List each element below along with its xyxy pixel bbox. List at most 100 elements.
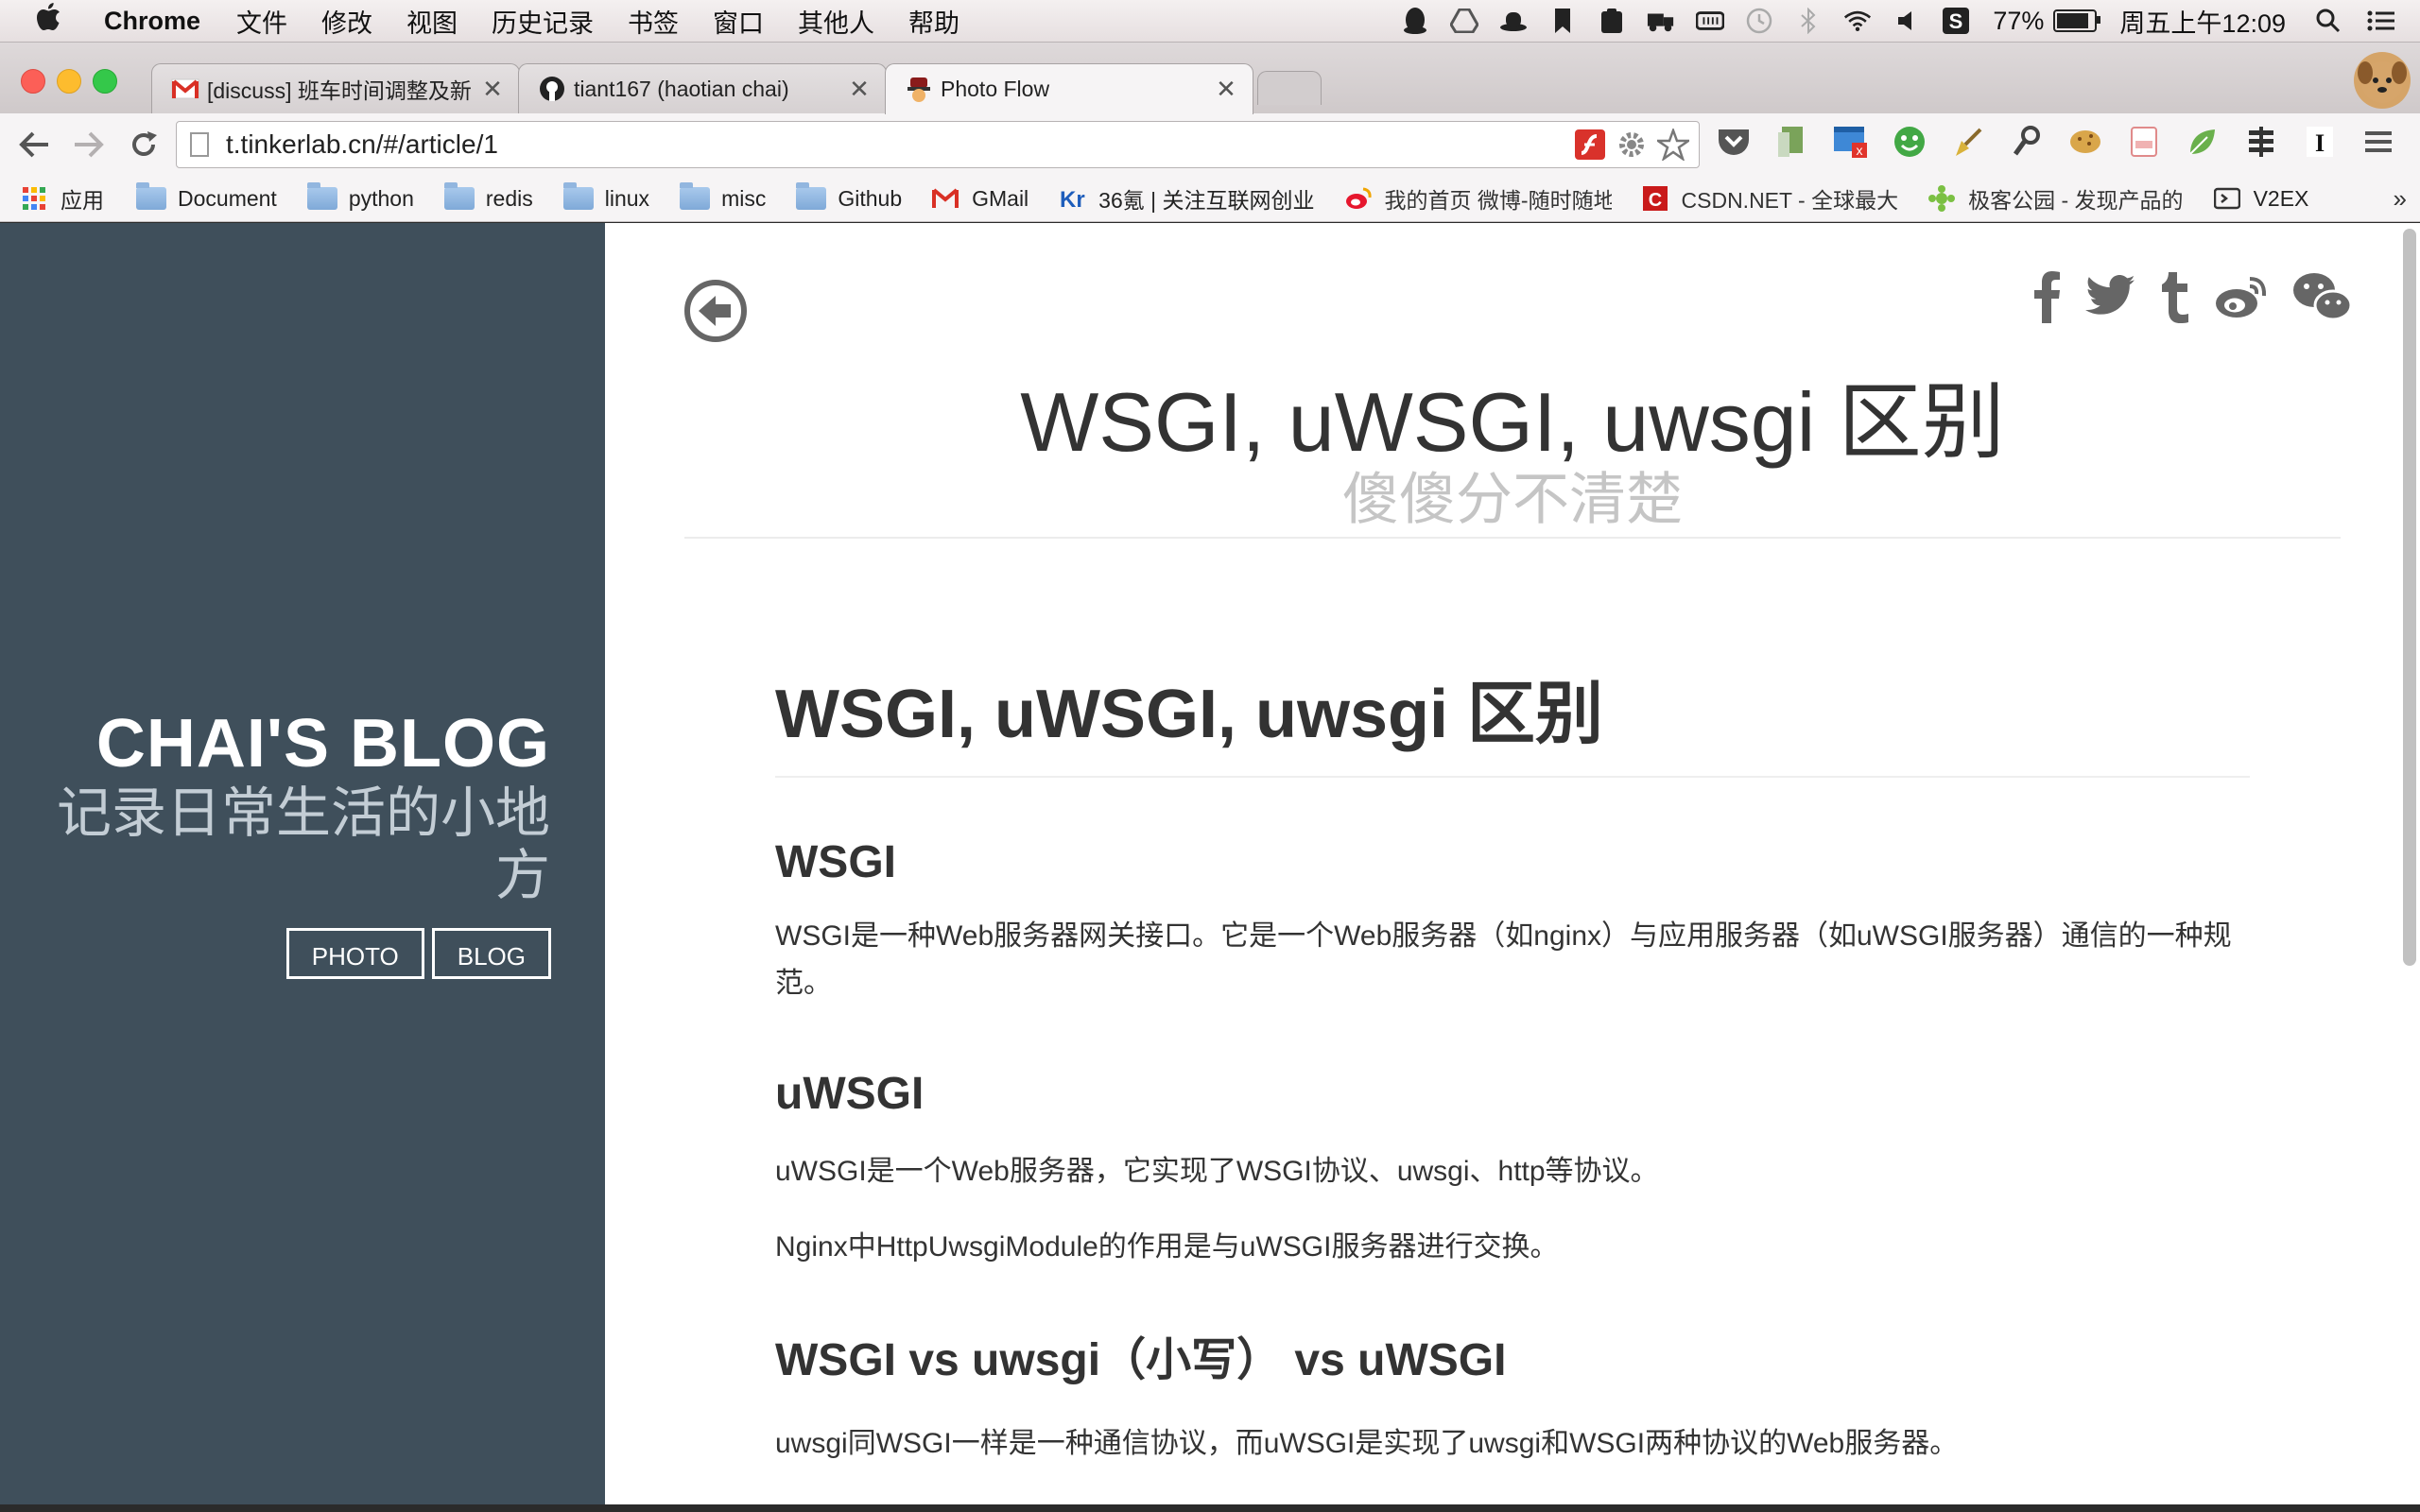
tab-close-icon[interactable]: ✕ <box>481 75 504 104</box>
app-menu-chrome[interactable]: Chrome <box>104 7 200 36</box>
facebook-icon[interactable] <box>2032 270 2061 334</box>
window-resizer-icon[interactable]: x <box>1832 123 1870 161</box>
paragraph: WSGI是一种Web服务器网关接口。它是一个Web服务器（如nginx）与应用服… <box>775 920 2232 999</box>
bookmark-v2ex[interactable]: V2EX <box>2212 186 2308 212</box>
forward-button[interactable] <box>68 124 110 165</box>
evernote-web-clipper-icon[interactable] <box>1773 123 1811 161</box>
blog-subtitle: 记录日常生活的小地方 <box>56 782 550 906</box>
battery-level <box>2057 13 2088 28</box>
chrome-menu-icon[interactable] <box>2360 123 2397 161</box>
sogou-input-icon[interactable]: S <box>1942 7 1970 35</box>
apple-menu-icon[interactable] <box>36 3 70 39</box>
bookmark-folder-linux[interactable]: linux <box>562 182 650 212</box>
bookmarks-bar: 应用 Document python redis linux misc Gith… <box>0 176 2420 222</box>
url-text[interactable]: t.tinkerlab.cn/#/article/1 <box>226 129 1574 160</box>
new-tab-button[interactable] <box>1257 71 1322 105</box>
profile-avatar[interactable] <box>2354 52 2411 109</box>
instapaper-icon[interactable]: I <box>2301 123 2339 161</box>
csdn-icon: C <box>1640 186 1670 211</box>
traffic-icon[interactable] <box>2242 123 2280 161</box>
reload-button[interactable] <box>123 124 164 165</box>
time-machine-icon[interactable] <box>1745 7 1773 35</box>
menubar-clock[interactable]: 周五上午12:09 <box>2119 3 2286 40</box>
blog-button[interactable]: BLOG <box>431 928 551 979</box>
svg-text:I: I <box>2315 129 2325 157</box>
menu-bookmarks[interactable]: 书签 <box>628 3 679 40</box>
bookmark-folder-python[interactable]: python <box>306 182 414 212</box>
leaf-icon[interactable] <box>2184 123 2221 161</box>
bluetooth-icon[interactable] <box>1794 7 1823 35</box>
bookmark-weibo[interactable]: 我的首页 微博-随时随地 <box>1343 182 1612 215</box>
back-button[interactable] <box>13 124 55 165</box>
folder-icon <box>680 182 711 210</box>
tab-gmail-discuss[interactable]: [discuss] 班车时间调整及新 ✕ <box>151 63 520 113</box>
bookmark-label: linux <box>604 185 650 211</box>
menu-view[interactable]: 视图 <box>406 3 458 40</box>
bookmark-folder-github[interactable]: Github <box>796 182 902 212</box>
menu-people[interactable]: 其他人 <box>798 3 874 40</box>
qq-icon[interactable] <box>1401 7 1429 35</box>
tab-close-icon[interactable]: ✕ <box>1215 75 1237 104</box>
tab-github-profile[interactable]: tiant167 (haotian chai) ✕ <box>518 63 887 113</box>
clipboard-icon[interactable] <box>1598 7 1626 35</box>
truck-icon[interactable] <box>1647 7 1675 35</box>
window-zoom-button[interactable] <box>93 69 117 94</box>
memory-icon[interactable] <box>1696 7 1725 35</box>
menu-file[interactable]: 文件 <box>236 3 287 40</box>
bookmark-folder-redis[interactable]: redis <box>443 182 533 212</box>
bookmarks-overflow-chevron-icon[interactable]: » <box>2394 184 2407 214</box>
wifi-icon[interactable] <box>1843 7 1872 35</box>
section-heading-comparison: WSGI vs uwsgi（小写） vs uWSGI <box>775 1335 1507 1385</box>
cookie-icon[interactable] <box>2066 123 2104 161</box>
bookmark-geekpark[interactable]: 极客公园 - 发现产品的 <box>1927 182 2184 215</box>
window-minimize-button[interactable] <box>57 69 81 94</box>
bookmark-folder-misc[interactable]: misc <box>680 182 766 212</box>
bookmark-csdn[interactable]: C CSDN.NET - 全球最大 <box>1640 182 1898 215</box>
json-viewer-icon[interactable] <box>2125 123 2163 161</box>
bookmark-star-icon[interactable] <box>1657 129 1689 161</box>
twitter-icon[interactable] <box>2083 274 2136 331</box>
bookmark-36kr[interactable]: Kr 36氪 | 关注互联网创业 <box>1057 182 1314 215</box>
blog-title[interactable]: CHAI'S BLOG <box>21 705 550 782</box>
gmail-icon <box>930 187 960 210</box>
wrench-icon[interactable] <box>2008 123 2046 161</box>
tab-strip: [discuss] 班车时间调整及新 ✕ tiant167 (haotian c… <box>0 43 2420 114</box>
pocket-icon[interactable] <box>1715 123 1753 161</box>
bookmark-label: 极客公园 - 发现产品的 <box>1968 188 2184 213</box>
bookmark-apps[interactable]: 应用 <box>19 182 104 215</box>
svg-text:C: C <box>1648 190 1661 211</box>
page-scrollbar[interactable] <box>2403 229 2416 966</box>
bookmark-tray-icon[interactable] <box>1548 7 1577 35</box>
folder-icon <box>306 182 337 210</box>
photo-button[interactable]: PHOTO <box>285 928 424 979</box>
tab-close-icon[interactable]: ✕ <box>848 75 871 104</box>
bookmark-folder-document[interactable]: Document <box>136 182 277 212</box>
address-bar[interactable]: t.tinkerlab.cn/#/article/1 <box>176 121 1700 168</box>
wechat-icon[interactable] <box>2291 271 2353 333</box>
weibo-icon[interactable] <box>2214 274 2269 331</box>
tab-title: tiant167 (haotian chai) <box>574 76 789 101</box>
hat-icon[interactable] <box>1499 7 1528 35</box>
volume-icon[interactable] <box>1893 7 1921 35</box>
tab-photo-flow[interactable]: Photo Flow ✕ <box>885 63 1253 114</box>
spotlight-search-icon[interactable] <box>2314 7 2342 35</box>
svg-text:S: S <box>1949 9 1963 33</box>
menu-history[interactable]: 历史记录 <box>492 3 594 40</box>
window-close-button[interactable] <box>21 69 45 94</box>
bookmark-gmail[interactable]: GMail <box>930 186 1028 212</box>
battery-icon[interactable] <box>2053 9 2101 32</box>
notification-center-icon[interactable] <box>2367 7 2395 35</box>
menu-window[interactable]: 窗口 <box>713 3 764 40</box>
flash-blocked-icon[interactable] <box>1574 129 1606 161</box>
back-arrow-icon[interactable] <box>684 280 747 342</box>
svg-text:x: x <box>1857 143 1863 158</box>
green-face-icon[interactable] <box>1891 123 1928 161</box>
tumblr-icon[interactable] <box>2159 270 2191 334</box>
broom-icon[interactable] <box>1949 123 1987 161</box>
gear-icon[interactable] <box>1616 129 1648 161</box>
menu-help[interactable]: 帮助 <box>908 3 959 40</box>
kr-icon: Kr <box>1057 187 1087 211</box>
google-drive-icon[interactable] <box>1450 7 1479 35</box>
menu-edit[interactable]: 修改 <box>321 3 372 40</box>
battery-percent: 77% <box>1993 6 2045 35</box>
